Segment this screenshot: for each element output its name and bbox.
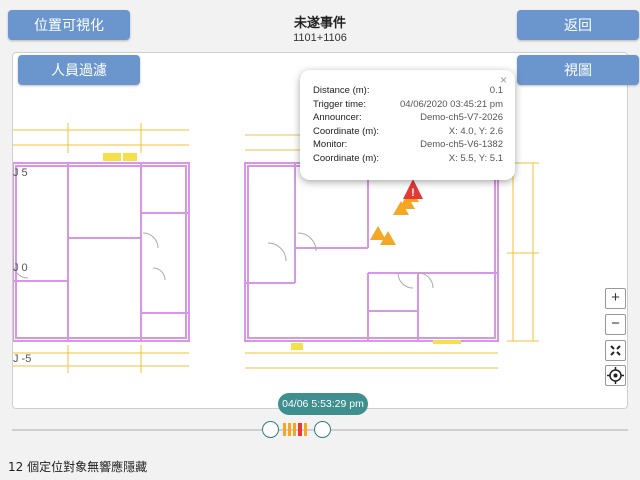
popup-row: Distance (m): 0.1 bbox=[313, 84, 503, 98]
event-tick bbox=[288, 423, 291, 436]
back-button[interactable]: 返回 bbox=[517, 10, 639, 40]
popup-key: Monitor: bbox=[313, 139, 348, 150]
popup-row: Coordinate (m): X: 5.5, Y: 5.1 bbox=[313, 152, 503, 166]
status-text: 12 個定位對象無響應隱藏 bbox=[8, 460, 148, 474]
timeline-start-handle[interactable] bbox=[262, 421, 279, 438]
window-marker bbox=[103, 153, 121, 161]
popup-row: Announcer: Demo-ch5-V7-2026 bbox=[313, 111, 503, 125]
window-marker bbox=[291, 343, 303, 350]
event-tick bbox=[283, 423, 286, 436]
zoom-in-button[interactable]: + bbox=[605, 288, 626, 309]
popup-key: Distance (m): bbox=[313, 85, 370, 96]
popup-value: Demo-ch5-V6-1382 bbox=[420, 139, 503, 150]
left-building bbox=[13, 162, 190, 342]
zoom-out-button[interactable]: − bbox=[605, 314, 626, 335]
warning-icon[interactable] bbox=[370, 226, 386, 240]
fullscreen-icon[interactable] bbox=[605, 340, 626, 361]
right-building bbox=[244, 162, 499, 342]
left-dimensions bbox=[13, 123, 189, 373]
window-marker bbox=[433, 340, 461, 344]
popup-value: X: 4.0, Y: 2.6 bbox=[448, 125, 503, 137]
view-button[interactable]: 視圖 bbox=[517, 55, 639, 85]
popup-key: Trigger time: bbox=[313, 98, 366, 110]
crosshair-icon[interactable] bbox=[605, 365, 626, 386]
svg-text:!: ! bbox=[411, 187, 415, 199]
event-detail-popup: × Distance (m): 0.1 Trigger time: 04/06/… bbox=[300, 70, 515, 180]
close-icon[interactable]: × bbox=[500, 73, 507, 87]
popup-value: 04/06/2020 03:45:21 pm bbox=[399, 98, 503, 110]
popup-row: Trigger time: 04/06/2020 03:45:21 pm bbox=[313, 98, 503, 112]
popup-key: Coordinate (m): bbox=[313, 125, 379, 137]
event-tick bbox=[293, 423, 296, 436]
popup-key: Coordinate (m): bbox=[313, 152, 379, 164]
filter-button[interactable]: 人員過濾 bbox=[18, 55, 140, 85]
popup-key: Announcer: bbox=[313, 112, 362, 123]
event-tick bbox=[298, 423, 302, 436]
floor-label: J 5 bbox=[13, 167, 28, 179]
window-marker bbox=[123, 153, 137, 161]
floor-label: J 0 bbox=[13, 262, 28, 274]
popup-value: X: 5.5, Y: 5.1 bbox=[448, 152, 503, 164]
alert-cluster[interactable]: ! bbox=[370, 179, 423, 245]
timeline-time-label: 04/06 5:53:29 pm bbox=[278, 393, 368, 415]
event-tick bbox=[304, 423, 307, 436]
floor-label: J -5 bbox=[13, 353, 32, 365]
timeline-end-handle[interactable] bbox=[314, 421, 331, 438]
popup-value: Demo-ch5-V7-2026 bbox=[420, 112, 503, 123]
popup-row: Monitor: Demo-ch5-V6-1382 bbox=[313, 138, 503, 152]
popup-row: Coordinate (m): X: 4.0, Y: 2.6 bbox=[313, 125, 503, 139]
